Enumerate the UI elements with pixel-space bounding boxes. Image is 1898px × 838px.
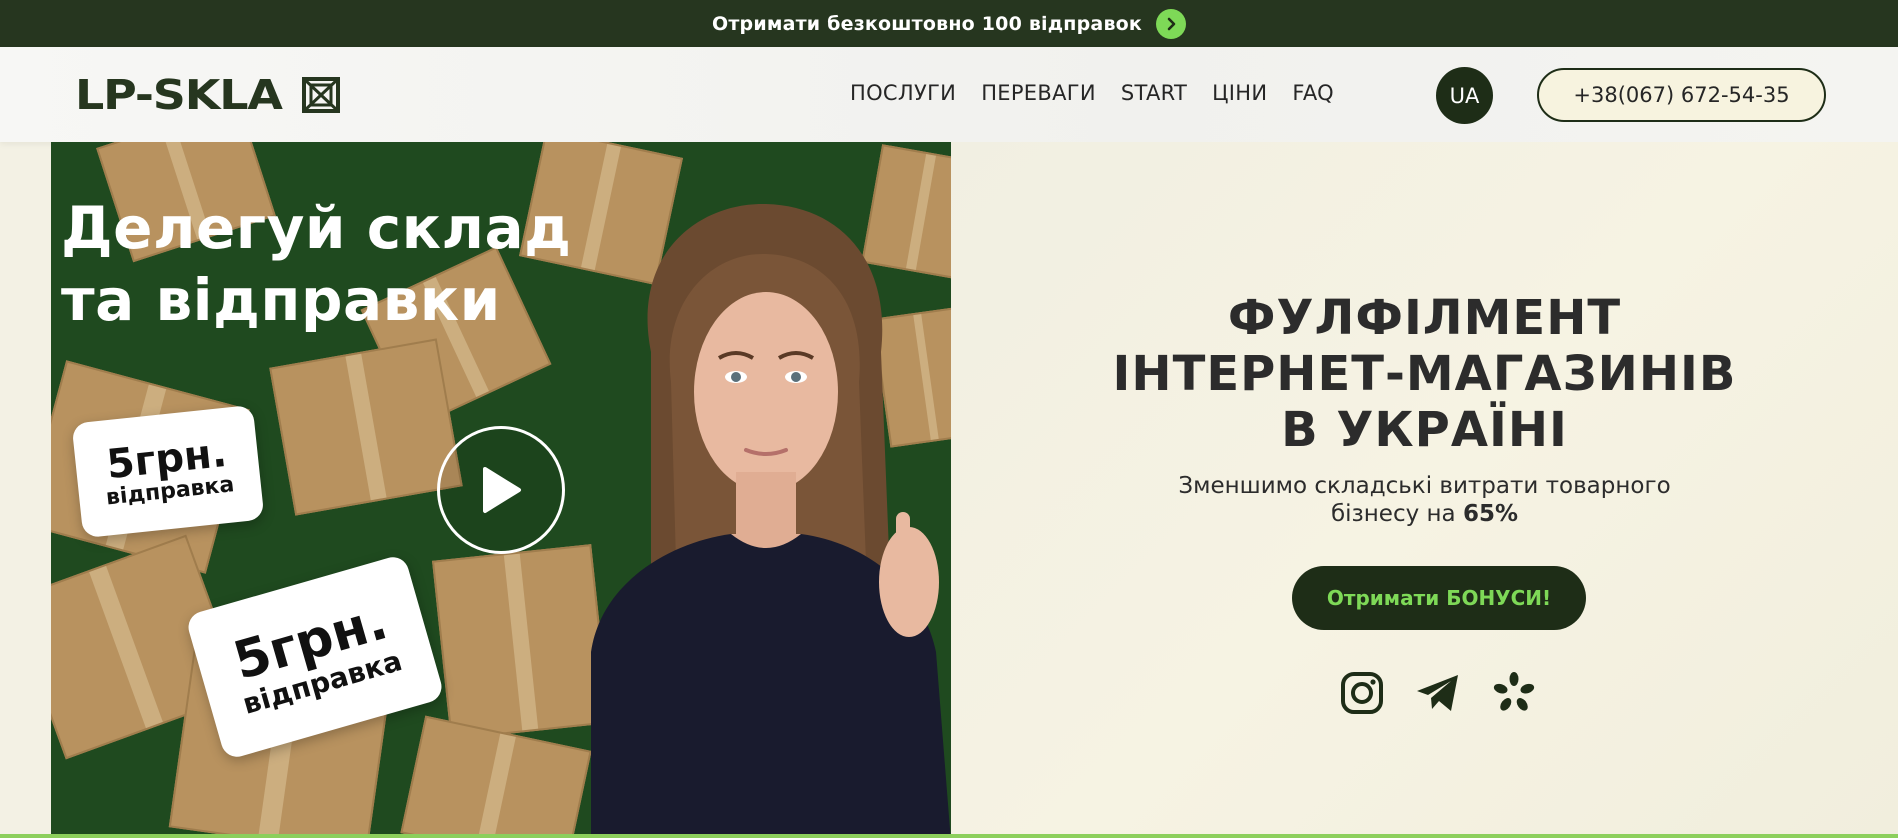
cardboard-box — [432, 544, 610, 740]
chevron-right-icon[interactable] — [1156, 8, 1187, 39]
promo-bar[interactable]: Отримати безкоштовно 100 відправок — [0, 0, 1898, 47]
headline-line2: ІНТЕРНЕТ-МАГАЗИНІВ — [1112, 346, 1737, 402]
main-nav: ПОСЛУГИ ПЕРЕВАГИ START ЦІНИ FAQ — [850, 81, 1334, 105]
video-title-line2: та відправки — [61, 266, 501, 334]
logo-box-icon — [301, 77, 340, 113]
hero-video[interactable]: Делегуй склад та відправки 5грн. відправ… — [51, 142, 951, 838]
hero-headline: ФУЛФІЛМЕНТ ІНТЕРНЕТ-МАГАЗИНІВ В УКРАЇНІ — [951, 290, 1898, 458]
kyivstar-icon[interactable] — [1491, 670, 1537, 716]
nav-item-prices[interactable]: ЦІНИ — [1212, 81, 1267, 105]
subline-prefix: бізнесу на — [1330, 501, 1463, 527]
hero-subheadline: Зменшимо складські витрати товарного біз… — [951, 472, 1898, 528]
nav-item-faq[interactable]: FAQ — [1292, 81, 1334, 105]
presenter-image — [591, 203, 951, 838]
subline-line1: Зменшимо складські витрати товарного — [1178, 473, 1671, 499]
play-button[interactable] — [437, 426, 565, 554]
accent-divider — [0, 834, 1898, 838]
price-badge-large: 5грн. відправка — [184, 553, 446, 761]
cardboard-box — [269, 338, 463, 516]
hero-content: ФУЛФІЛМЕНТ ІНТЕРНЕТ-МАГАЗИНІВ В УКРАЇНІ … — [951, 142, 1898, 838]
promo-text[interactable]: Отримати безкоштовно 100 відправок — [712, 13, 1142, 35]
site-header: LP-SKLA ПОСЛУГИ ПЕРЕВАГИ START ЦІНИ FAQ … — [0, 47, 1898, 142]
telegram-icon[interactable] — [1415, 670, 1461, 716]
phone-button[interactable]: +38(067) 672-54-35 — [1537, 68, 1826, 122]
logo[interactable]: LP-SKLA — [75, 71, 340, 119]
nav-item-services[interactable]: ПОСЛУГИ — [850, 81, 956, 105]
price-badge-small: 5грн. відправка — [71, 404, 265, 539]
get-bonuses-button[interactable]: Отримати БОНУСИ! — [1292, 566, 1586, 630]
headline-line1: ФУЛФІЛМЕНТ — [1227, 290, 1622, 346]
headline-line3: В УКРАЇНІ — [1281, 402, 1568, 458]
video-title-line1: Делегуй склад — [61, 194, 572, 262]
subline-percent: 65% — [1462, 501, 1519, 527]
play-icon — [483, 467, 521, 513]
nav-item-start[interactable]: START — [1121, 81, 1187, 105]
subline-line2: бізнесу на 65% — [951, 500, 1898, 528]
instagram-icon[interactable] — [1339, 670, 1385, 716]
social-links — [1339, 670, 1537, 716]
nav-item-advantages[interactable]: ПЕРЕВАГИ — [981, 81, 1096, 105]
language-switcher[interactable]: UA — [1436, 67, 1493, 124]
video-title: Делегуй склад та відправки — [61, 192, 571, 336]
cardboard-box — [400, 715, 592, 838]
logo-text: LP-SKLA — [75, 71, 283, 119]
